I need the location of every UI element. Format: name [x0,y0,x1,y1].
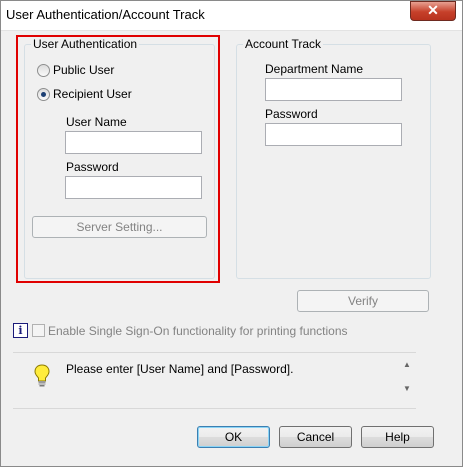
window-title: User Authentication/Account Track [6,7,205,22]
scroll-up-icon[interactable]: ▲ [403,360,411,369]
close-icon: ✕ [427,2,439,18]
ok-button[interactable]: OK [197,426,270,448]
department-name-input[interactable] [265,78,402,101]
cancel-button[interactable]: Cancel [279,426,352,448]
account-track-password-input[interactable] [265,123,402,146]
close-button[interactable]: ✕ [410,1,456,21]
info-icon: i [13,323,28,338]
scroll-down-icon[interactable]: ▼ [403,384,411,393]
sso-checkbox[interactable] [32,324,45,337]
verify-button[interactable]: Verify [297,290,429,312]
account-track-password-label: Password [265,107,318,121]
account-track-legend: Account Track [243,37,324,51]
department-name-label: Department Name [265,62,364,76]
hint-text: Please enter [User Name] and [Password]. [66,362,294,376]
help-button[interactable]: Help [361,426,434,448]
hint-area [13,352,416,403]
sso-label[interactable]: Enable Single Sign-On functionality for … [48,324,348,338]
footer-divider [13,408,416,409]
lightbulb-icon [34,364,50,388]
highlight-frame [16,35,220,283]
hint-scrollbar[interactable]: ▲ ▼ [401,358,413,398]
